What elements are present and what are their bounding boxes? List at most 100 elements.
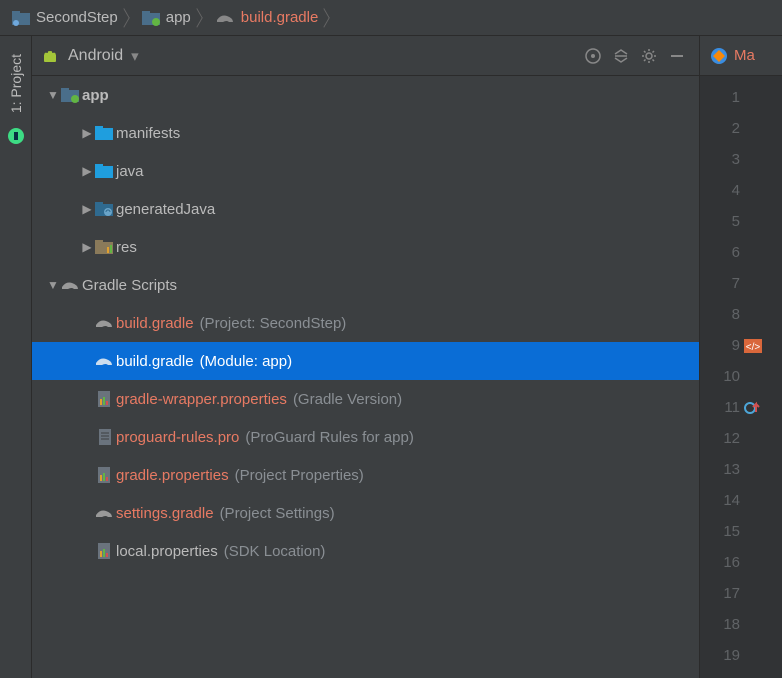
tree-node[interactable]: ▼ app xyxy=(32,76,699,114)
line-number: 19 xyxy=(712,647,740,664)
tree-node[interactable]: local.properties (SDK Location) xyxy=(32,532,699,570)
gutter-line[interactable]: 11 xyxy=(700,392,782,423)
tree-node[interactable]: ▶ generatedJava xyxy=(32,190,699,228)
crumb-file[interactable]: build.gradle xyxy=(209,4,325,32)
tree-label: gradle-wrapper.properties xyxy=(116,391,287,408)
gutter-line[interactable]: 6 xyxy=(700,237,782,268)
settings-button[interactable] xyxy=(635,42,663,70)
twisty-icon[interactable]: ▶ xyxy=(80,202,94,216)
project-tree[interactable]: ▼ app ▶ manifests ▶ java ▶ generatedJava ▶ res ▼ Gr… xyxy=(32,76,699,678)
tree-label: build.gradle xyxy=(116,315,194,332)
resfolder-icon xyxy=(94,239,116,255)
kotlin-file-icon xyxy=(710,47,728,65)
tree-label: generatedJava xyxy=(116,201,215,218)
props-icon xyxy=(94,390,116,408)
genfolder-icon xyxy=(94,201,116,217)
tree-hint: (Project: SecondStep) xyxy=(200,315,347,332)
tree-node[interactable]: build.gradle(Module: app) xyxy=(32,342,699,380)
chevron-down-icon[interactable]: ▾ xyxy=(131,47,139,65)
hide-button[interactable] xyxy=(663,42,691,70)
scroll-from-source-button[interactable] xyxy=(579,42,607,70)
tree-label: java xyxy=(116,163,144,180)
crumb-label: build.gradle xyxy=(241,9,319,26)
gutter-line[interactable]: 2 xyxy=(700,113,782,144)
gutter-line[interactable]: 10 xyxy=(700,361,782,392)
view-selector-label[interactable]: Android xyxy=(68,47,123,65)
gutter-line[interactable]: 13 xyxy=(700,454,782,485)
tree-node[interactable]: settings.gradle(Project Settings) xyxy=(32,494,699,532)
chevron-right-icon xyxy=(197,4,209,32)
editor-tabs: Ma xyxy=(700,36,782,76)
tree-label: app xyxy=(82,87,109,104)
line-number: 7 xyxy=(712,275,740,292)
gutter-line[interactable]: 19 xyxy=(700,640,782,671)
gradle-icon xyxy=(94,353,116,369)
gutter-line[interactable]: 17 xyxy=(700,578,782,609)
line-number: 8 xyxy=(712,306,740,323)
tree-hint: (SDK Location) xyxy=(224,543,326,560)
gutter-line[interactable]: 3 xyxy=(700,144,782,175)
tree-node[interactable]: ▶ res xyxy=(32,228,699,266)
editor-tab[interactable]: Ma xyxy=(706,36,759,75)
twisty-icon[interactable]: ▼ xyxy=(46,278,60,292)
line-number: 1 xyxy=(712,89,740,106)
chevron-right-icon xyxy=(324,4,336,32)
line-number: 3 xyxy=(712,151,740,168)
props-icon xyxy=(94,466,116,484)
gutter-line[interactable]: 8 xyxy=(700,299,782,330)
gutter-line[interactable]: 7 xyxy=(700,268,782,299)
project-tool-button[interactable]: 1: Project xyxy=(8,54,24,113)
tree-node[interactable]: gradle.properties(Project Properties) xyxy=(32,456,699,494)
crumb-root[interactable]: SecondStep xyxy=(6,4,124,32)
twisty-icon[interactable]: ▼ xyxy=(46,88,60,102)
twisty-icon[interactable]: ▶ xyxy=(80,240,94,254)
gutter-line[interactable]: 9 </> xyxy=(700,330,782,361)
project-panel: Android ▾ ▼ app ▶ manifests ▶ java ▶ generatedJ… xyxy=(32,36,700,678)
android-icon xyxy=(40,46,60,66)
gutter-line[interactable]: 18 xyxy=(700,609,782,640)
gutter-line[interactable]: 14 xyxy=(700,485,782,516)
folder-icon xyxy=(94,163,116,179)
tree-node[interactable]: ▶ java xyxy=(32,152,699,190)
module-icon xyxy=(60,87,82,103)
folder-icon xyxy=(94,125,116,141)
line-number: 2 xyxy=(712,120,740,137)
tree-node[interactable]: build.gradle (Project: SecondStep) xyxy=(32,304,699,342)
tree-node[interactable]: proguard-rules.pro(ProGuard Rules for ap… xyxy=(32,418,699,456)
xml-marker-icon[interactable]: </> xyxy=(744,339,762,353)
line-number: 12 xyxy=(712,430,740,447)
tree-label: local.properties xyxy=(116,543,218,560)
crumb-module[interactable]: app xyxy=(136,4,197,32)
gutter[interactable]: 123456789</>10111213141516171819 xyxy=(700,76,782,678)
line-number: 10 xyxy=(712,368,740,385)
collapse-all-button[interactable] xyxy=(607,42,635,70)
gutter-line[interactable]: 5 xyxy=(700,206,782,237)
tree-node[interactable]: ▼ Gradle Scripts xyxy=(32,266,699,304)
tree-label: gradle.properties xyxy=(116,467,229,484)
gutter-line[interactable]: 15 xyxy=(700,516,782,547)
breadcrumb: SecondStep app build.gradle xyxy=(0,0,782,36)
tree-hint: (Project Settings) xyxy=(220,505,335,522)
project-icon xyxy=(12,10,30,26)
line-number: 9 xyxy=(712,337,740,354)
tree-hint: (Gradle Version) xyxy=(293,391,402,408)
svg-text:</>: </> xyxy=(746,342,761,353)
gutter-line[interactable]: 12 xyxy=(700,423,782,454)
gutter-line[interactable]: 16 xyxy=(700,547,782,578)
gutter-line[interactable]: 4 xyxy=(700,175,782,206)
tree-label: manifests xyxy=(116,125,180,142)
tree-label: Gradle Scripts xyxy=(82,277,177,294)
module-icon xyxy=(142,10,160,26)
twisty-icon[interactable]: ▶ xyxy=(80,164,94,178)
line-number: 6 xyxy=(712,244,740,261)
tree-node[interactable]: gradle-wrapper.properties (Gradle Version… xyxy=(32,380,699,418)
tree-label: res xyxy=(116,239,137,256)
gutter-line[interactable]: 1 xyxy=(700,82,782,113)
line-number: 11 xyxy=(712,399,740,416)
tree-node[interactable]: ▶ manifests xyxy=(32,114,699,152)
override-marker-icon[interactable] xyxy=(744,400,760,416)
gradle-icon xyxy=(215,10,235,26)
twisty-icon[interactable]: ▶ xyxy=(80,126,94,140)
panel-header: Android ▾ xyxy=(32,36,699,76)
tree-hint: (ProGuard Rules for app) xyxy=(245,429,413,446)
